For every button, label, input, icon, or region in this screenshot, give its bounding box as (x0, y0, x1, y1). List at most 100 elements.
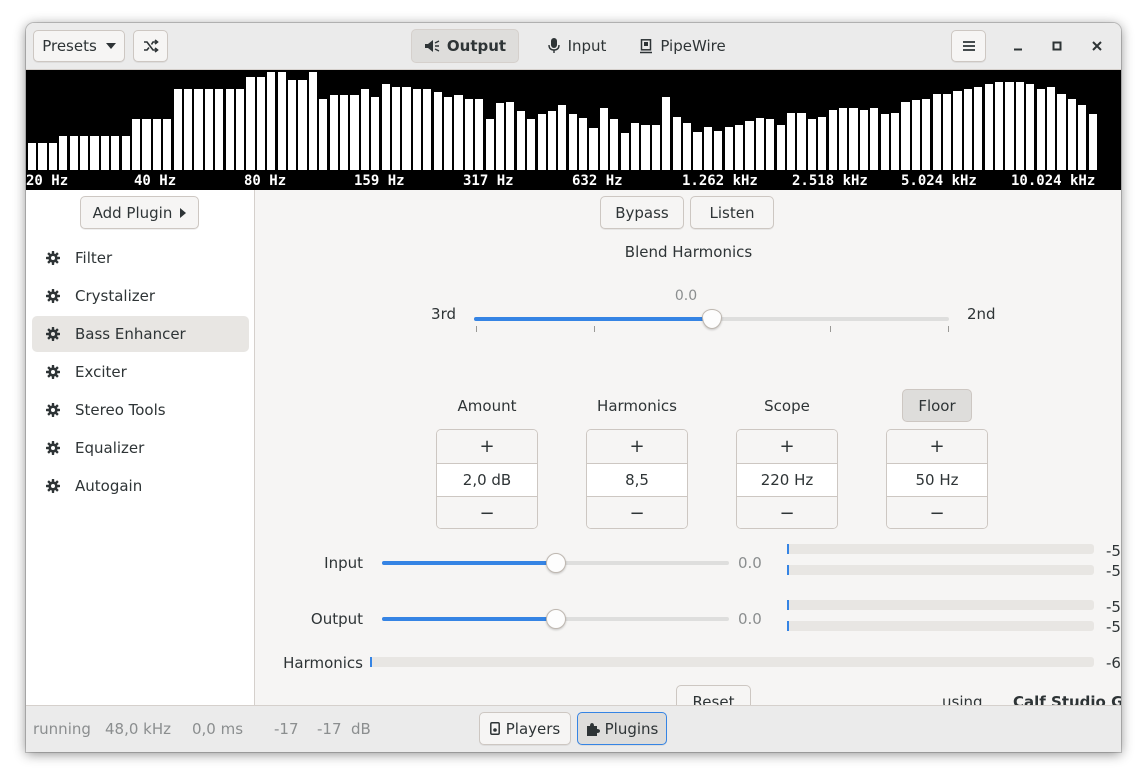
add-plugin-button[interactable]: Add Plugin (80, 196, 199, 229)
scope-increment-button[interactable]: + (737, 430, 837, 463)
spectrum-frequency-label: 5.024 kHz (901, 173, 977, 189)
spectrum-bar (932, 94, 941, 170)
sidebar-item-bass-enhancer[interactable]: Bass Enhancer (32, 316, 249, 352)
bass-enhancer-panel: Bypass Listen Blend Harmonics 0.0 3rd 2n… (256, 190, 1121, 718)
amount-increment-button[interactable]: + (437, 430, 537, 463)
gear-icon (45, 403, 61, 417)
sidebar-item-label: Equalizer (75, 439, 145, 457)
harmonics-meter-fill (370, 657, 372, 667)
spectrum-bar (984, 84, 993, 170)
floor-label[interactable]: Floor (902, 389, 972, 422)
input-level-right-fill (787, 565, 789, 575)
tab-pipewire-label: PipeWire (660, 37, 726, 55)
triangle-down-icon (105, 43, 116, 49)
sidebar-item-equalizer[interactable]: Equalizer (32, 430, 249, 466)
spectrum-bar (776, 125, 785, 170)
floor-decrement-button[interactable]: − (887, 497, 987, 528)
blend-right-label: 2nd (967, 305, 996, 323)
spectrum-frequency-label: 317 Hz (463, 173, 514, 189)
spectrum-bar (974, 87, 983, 170)
harmonics-value[interactable]: 8,5 (587, 463, 687, 497)
spectrum-bar (610, 119, 619, 170)
close-button[interactable] (1083, 32, 1111, 60)
input-level-left-value: -55 (1106, 542, 1121, 560)
shuffle-button[interactable] (133, 30, 168, 62)
input-level-right-value: -55 (1106, 562, 1121, 580)
spectrum-bar (880, 114, 889, 170)
minimize-icon (1013, 41, 1023, 51)
scope-decrement-button[interactable]: − (737, 497, 837, 528)
harmonics-increment-button[interactable]: + (587, 430, 687, 463)
spectrum-bar (943, 94, 952, 170)
output-gain-label: Output (310, 610, 363, 628)
spectrum-bar (90, 136, 99, 170)
floor-increment-button[interactable]: + (887, 430, 987, 463)
amount-value[interactable]: 2,0 dB (437, 463, 537, 497)
spectrum-bar (787, 113, 796, 170)
speaker-device-icon (489, 722, 500, 735)
spectrum-bar (641, 125, 650, 170)
minimize-button[interactable] (1004, 32, 1032, 60)
output-level-right-fill (787, 621, 789, 631)
input-level-left-fill (787, 544, 789, 554)
floor-value[interactable]: 50 Hz (887, 463, 987, 497)
plugins-button[interactable]: Plugins (577, 712, 667, 745)
spectrum-bar (329, 95, 338, 170)
players-button[interactable]: Players (479, 712, 571, 745)
gear-icon (45, 289, 61, 303)
spectrum-bar (672, 117, 681, 170)
spectrum-bar (568, 114, 577, 170)
spectrum-bar (807, 119, 817, 170)
amount-decrement-button[interactable]: − (437, 497, 537, 528)
tab-pipewire[interactable]: PipeWire (629, 29, 737, 63)
tab-input[interactable]: Input (531, 29, 623, 63)
spectrum-bar (1026, 84, 1035, 170)
spectrum-bar (319, 99, 328, 170)
spectrum-bar (28, 143, 37, 170)
output-gain-handle[interactable] (545, 609, 566, 629)
blend-value: 0.0 (674, 288, 698, 304)
blend-slider-handle[interactable] (701, 309, 722, 329)
spectrum-bar (599, 108, 609, 170)
spectrum-analyzer: 20 Hz 40 Hz 80 Hz 159 Hz 317 Hz 632 Hz 1.262 k… (26, 70, 1121, 190)
listen-button[interactable]: Listen (690, 196, 774, 229)
spectrum-frequency-label: 80 Hz (244, 173, 287, 189)
spectrum-bar (433, 92, 442, 170)
scope-value[interactable]: 220 Hz (737, 463, 837, 497)
app-window: Presets Output Input PipeWire 20 Hz 40 H… (26, 23, 1121, 752)
spectrum-bar (703, 127, 713, 170)
input-level-left (787, 544, 1094, 554)
sidebar-item-crystalizer[interactable]: Crystalizer (32, 278, 249, 314)
sidebar-item-exciter[interactable]: Exciter (32, 354, 249, 390)
blend-slider-fill (474, 317, 712, 321)
maximize-button[interactable] (1043, 32, 1071, 60)
presets-menu-button[interactable]: Presets (33, 30, 125, 62)
spectrum-bar (142, 119, 151, 170)
spectrum-bar (287, 80, 297, 170)
blend-tick (476, 326, 477, 332)
input-gain-handle[interactable] (545, 553, 566, 573)
amount-spinbutton: +2,0 dB − (436, 429, 538, 529)
sidebar-item-autogain[interactable]: Autogain (32, 468, 249, 504)
tab-input-label: Input (567, 37, 607, 55)
spectrum-bar (620, 133, 629, 170)
spectrum-bar (651, 125, 661, 170)
main-menu-button[interactable] (951, 30, 986, 62)
sidebar-item-filter[interactable]: Filter (32, 240, 249, 276)
spectrum-bar (506, 102, 515, 170)
spectrum-bar (412, 89, 421, 170)
spectrum-bar (100, 136, 109, 170)
spectrum-bar (797, 113, 806, 170)
harmonics-decrement-button[interactable]: − (587, 497, 687, 528)
bypass-label: Bypass (615, 203, 669, 222)
spectrum-bar (111, 136, 120, 170)
bypass-button[interactable]: Bypass (600, 196, 684, 229)
status-level-left: -17 (274, 720, 299, 738)
spectrum-bar (1015, 82, 1024, 170)
status-sample-rate: 48,0 kHz (105, 720, 172, 738)
output-level-left-value: -53 (1106, 598, 1121, 616)
spectrum-bar (683, 123, 692, 170)
sidebar-item-stereo-tools[interactable]: Stereo Tools (32, 392, 249, 428)
presets-label: Presets (42, 37, 97, 55)
tab-output[interactable]: Output (411, 29, 519, 63)
